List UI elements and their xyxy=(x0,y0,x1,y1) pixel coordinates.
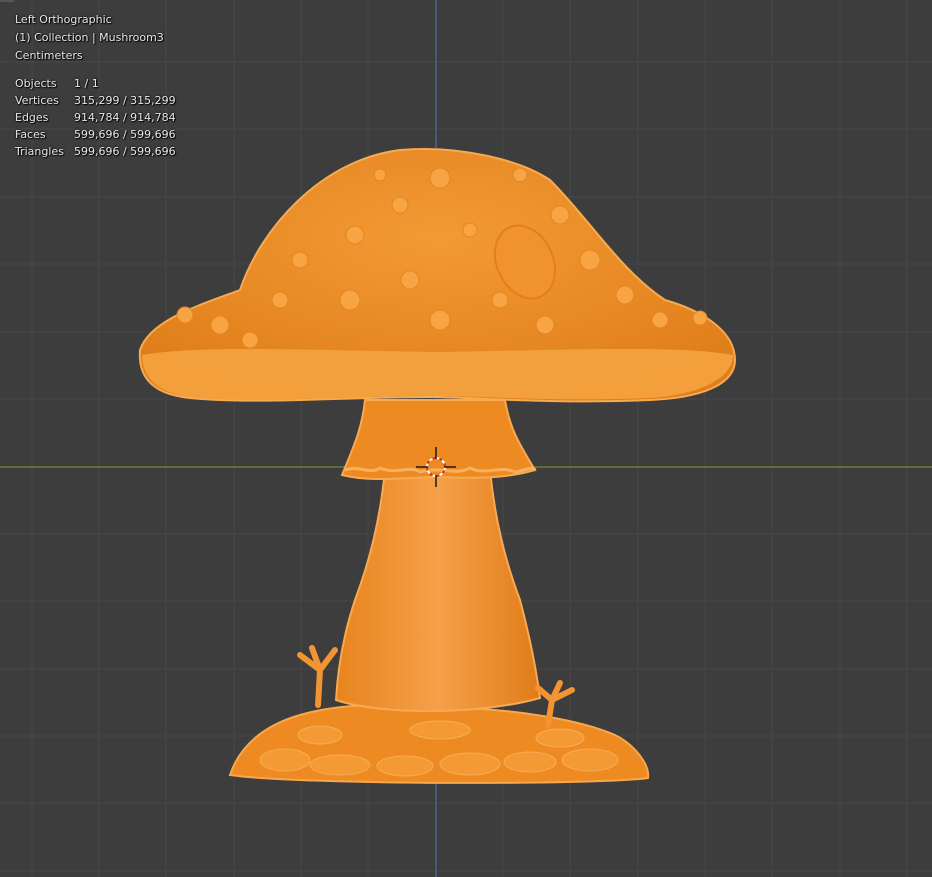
stat-label: Vertices xyxy=(15,94,59,107)
stat-value: 315,299 / 315,299 xyxy=(74,94,176,107)
units-label: Centimeters xyxy=(15,49,83,62)
stat-label: Faces xyxy=(15,128,46,141)
stat-value: 599,696 / 599,696 xyxy=(74,145,176,158)
stat-label: Edges xyxy=(15,111,49,124)
3d-viewport[interactable]: Left Orthographic (1) Collection | Mushr… xyxy=(0,0,932,877)
stat-value: 599,696 / 599,696 xyxy=(74,128,176,141)
stat-value: 1 / 1 xyxy=(74,77,99,90)
stat-label: Triangles xyxy=(15,145,64,158)
stat-label: Objects xyxy=(15,77,57,90)
scene-statistics: Objects 1 / 1 Vertices 315,299 / 315,299… xyxy=(15,75,176,160)
stat-value: 914,784 / 914,784 xyxy=(74,111,176,124)
view-name: Left Orthographic xyxy=(15,13,112,26)
viewport-info-overlay: Left Orthographic (1) Collection | Mushr… xyxy=(15,11,176,160)
viewport-corner-tab[interactable] xyxy=(0,0,14,2)
collection-object-line: (1) Collection | Mushroom3 xyxy=(15,31,164,44)
